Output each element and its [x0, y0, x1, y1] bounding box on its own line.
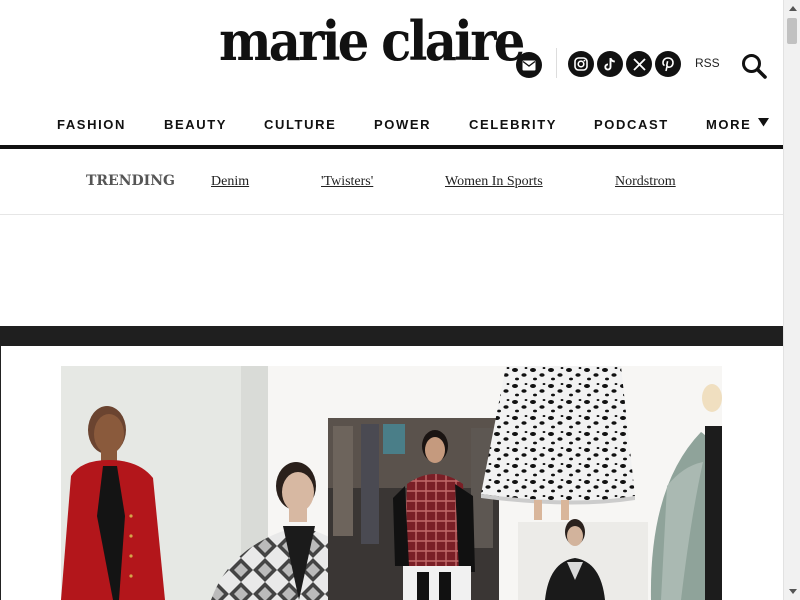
instagram-icon[interactable] [568, 51, 594, 77]
page: marie claire RSS FASHION BEAUTY CULTURE … [0, 0, 783, 600]
mail-icon[interactable] [516, 52, 542, 78]
tiktok-icon[interactable] [597, 51, 623, 77]
x-icon[interactable] [626, 51, 652, 77]
header-divider [556, 48, 557, 78]
nav-item-culture[interactable]: CULTURE [264, 117, 336, 132]
ad-space [0, 215, 783, 326]
site-logo[interactable]: marie claire [219, 14, 525, 68]
rss-link[interactable]: RSS [695, 56, 720, 70]
scroll-down-arrow-icon[interactable] [784, 583, 800, 600]
nav-item-more[interactable]: MORE [706, 117, 769, 132]
section-band [0, 326, 783, 346]
trending-link-nordstrom[interactable]: Nordstrom [615, 174, 676, 190]
caret-down-icon [758, 118, 769, 127]
hero-image[interactable] [61, 366, 722, 600]
nav-item-power[interactable]: POWER [374, 117, 431, 132]
trending-bar: TRENDING Denim 'Twisters' Women In Sport… [0, 149, 783, 215]
nav-item-celebrity[interactable]: CELEBRITY [469, 117, 557, 132]
scroll-up-arrow-icon[interactable] [784, 0, 800, 17]
page-scrollbar[interactable] [783, 0, 800, 600]
nav-item-beauty[interactable]: BEAUTY [164, 117, 227, 132]
trending-label: TRENDING [86, 173, 175, 189]
nav-item-podcast[interactable]: PODCAST [594, 117, 669, 132]
scrollbar-thumb[interactable] [787, 18, 797, 44]
trending-link-women-in-sports[interactable]: Women In Sports [445, 174, 543, 190]
trending-link-denim[interactable]: Denim [211, 174, 249, 190]
fashion-collage-illustration [61, 366, 722, 600]
nav-item-fashion[interactable]: FASHION [57, 117, 126, 132]
pinterest-icon[interactable] [655, 51, 681, 77]
nav-item-more-label: MORE [706, 117, 752, 132]
main-nav: FASHION BEAUTY CULTURE POWER CELEBRITY P… [0, 104, 783, 144]
search-icon[interactable] [740, 52, 768, 80]
site-header: marie claire RSS [0, 0, 783, 104]
trending-link-twisters[interactable]: 'Twisters' [321, 174, 373, 190]
